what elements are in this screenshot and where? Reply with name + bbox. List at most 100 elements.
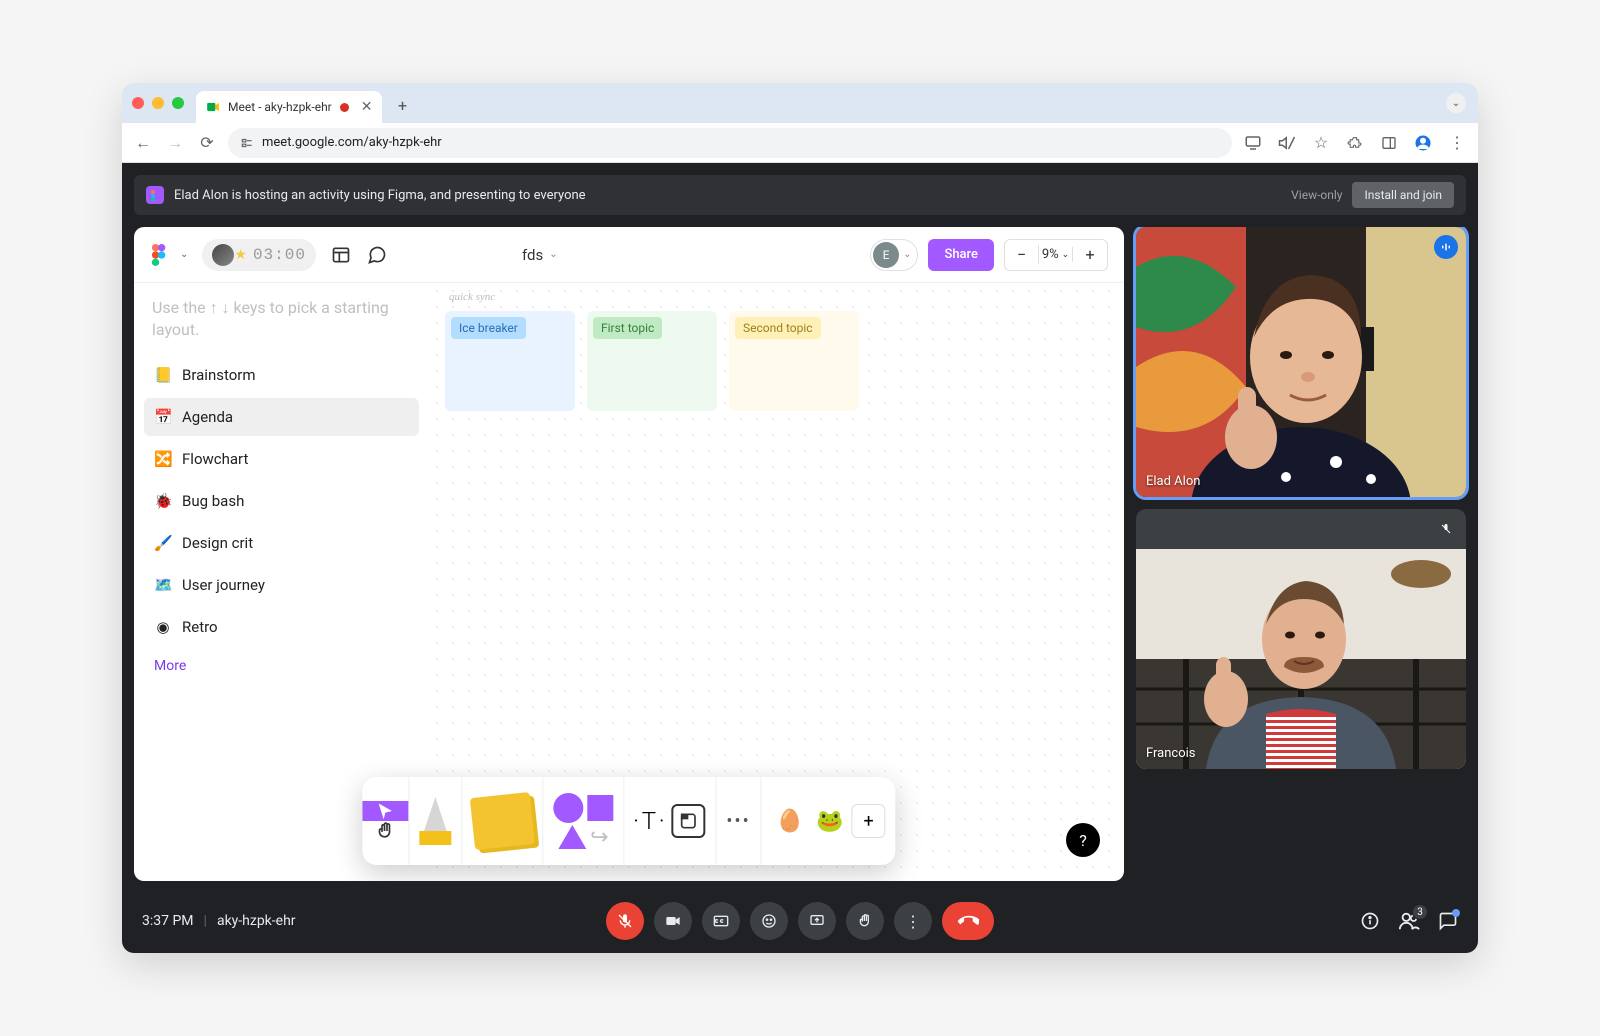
star-icon: ★ [234,247,247,263]
card-ice-breaker[interactable]: Ice breaker [445,311,575,411]
speaking-indicator-icon [1434,235,1458,259]
nav-back-button[interactable]: ← [132,132,154,154]
layout-label: Flowchart [182,450,248,468]
share-button[interactable]: Share [928,239,994,271]
layout-label: Design crit [182,534,253,552]
clock-time: 3:37 PM [142,913,194,929]
more-dots-icon: ••• [726,811,750,832]
site-settings-icon[interactable] [240,136,254,150]
pencil-icon [419,797,451,845]
sticker-egg-button[interactable]: 🥚 [772,803,808,839]
browser-menu-button[interactable]: ⋮ [1446,132,1468,154]
mic-toggle-button[interactable] [606,902,644,940]
meeting-info: 3:37 PM | aky-hzpk-ehr [142,913,296,929]
layout-item-designcrit[interactable]: 🖌️ Design crit [144,524,419,562]
participants-dropdown[interactable]: E ⌄ [870,239,918,271]
meet-right-controls: 3 [1360,910,1458,932]
tab-dropdown-button[interactable]: ⌄ [1446,93,1466,113]
main-content: ⌄ ★ 03:00 fds ⌄ E ⌄ [122,227,1478,893]
present-screen-button[interactable] [798,902,836,940]
hand-tool-button[interactable] [362,821,408,841]
pen-icon: 🖌️ [154,534,172,552]
nav-reload-button[interactable]: ⟳ [196,132,218,154]
zoom-out-button[interactable]: − [1005,245,1039,264]
figma-file-title[interactable]: fds ⌄ [522,246,558,264]
meeting-code: aky-hzpk-ehr [217,913,296,929]
window-minimize-button[interactable] [152,97,164,109]
reactions-button[interactable] [750,902,788,940]
browser-tab[interactable]: Meet - aky-hzpk-ehr ✕ [196,91,382,123]
layout-item-userjourney[interactable]: 🗺️User journey [144,566,419,604]
meet-control-bar: 3:37 PM | aky-hzpk-ehr ⋮ 3 [122,889,1478,953]
layout-item-agenda[interactable]: 📅Agenda [144,398,419,436]
timer-icon [212,244,234,266]
side-panel-icon[interactable] [1378,132,1400,154]
people-panel-button[interactable]: 3 [1398,910,1420,932]
layout-item-flowchart[interactable]: 🔀 Flowchart [144,440,419,478]
help-button[interactable]: ? [1066,823,1100,857]
new-tab-button[interactable]: + [390,93,414,117]
user-avatar: E [873,242,899,268]
figma-logo-icon[interactable] [150,244,166,266]
participant-name: Elad Alon [1146,474,1200,489]
screen-share-icon[interactable] [1242,132,1264,154]
figma-menu-chevron-icon[interactable]: ⌄ [180,249,188,260]
chat-panel-button[interactable] [1438,911,1458,931]
tab-title: Meet - aky-hzpk-ehr [228,100,332,114]
layout-label: Brainstorm [182,366,256,384]
zoom-value-dropdown[interactable]: 9%⌄ [1039,247,1073,262]
banner-text: Elad Alon is hosting an activity using F… [174,188,586,203]
tab-close-button[interactable]: ✕ [361,99,373,115]
window-maximize-button[interactable] [172,97,184,109]
layout-item-retro[interactable]: ◉Retro [144,608,419,646]
sticker-frog-button[interactable]: 🐸 [812,803,848,839]
captions-button[interactable] [702,902,740,940]
leave-call-button[interactable] [942,902,994,940]
meet-app: Elad Alon is hosting an activity using F… [122,163,1478,953]
figma-toolbar-top: ⌄ ★ 03:00 fds ⌄ E ⌄ [134,227,1124,283]
card-second-topic[interactable]: Second topic [729,311,859,411]
install-join-button[interactable]: Install and join [1352,182,1454,208]
zoom-percent: 9% [1042,247,1059,262]
layout-item-brainstorm[interactable]: 📒Brainstorm [144,356,419,394]
more-options-button[interactable]: ⋮ [894,902,932,940]
more-layouts-link[interactable]: More [144,650,419,682]
more-tools-button[interactable]: ••• [716,777,761,865]
video-tile-elad[interactable]: Elad Alon [1136,227,1466,497]
raise-hand-button[interactable] [846,902,884,940]
divider: | [204,913,207,929]
pencil-tool-button[interactable] [409,777,462,865]
window-close-button[interactable] [132,97,144,109]
section-tool-button[interactable] [671,804,705,838]
meeting-details-button[interactable] [1360,911,1380,931]
extensions-icon[interactable] [1344,132,1366,154]
address-bar[interactable]: meet.google.com/aky-hzpk-ehr [228,128,1232,158]
layout-item-bugbash[interactable]: 🐞Bug bash [144,482,419,520]
target-icon: ◉ [154,618,172,636]
timer-value: 03:00 [253,246,306,264]
bookmark-icon[interactable]: ☆ [1310,132,1332,154]
layout-grid-icon[interactable] [330,244,352,266]
select-tool-button[interactable] [362,801,408,821]
zoom-controls: − 9%⌄ + [1004,239,1108,271]
timer-widget[interactable]: ★ 03:00 [202,239,316,271]
stickers-group: 🥚 🐸 + [762,777,896,865]
zoom-in-button[interactable]: + [1073,245,1107,264]
figma-presentation: ⌄ ★ 03:00 fds ⌄ E ⌄ [134,227,1124,881]
profile-avatar-icon[interactable] [1412,132,1434,154]
text-tool-button[interactable]: •T• [634,807,663,835]
sticky-note-tool-button[interactable] [462,777,543,865]
participant-tiles: Elad Alon [1136,227,1466,881]
text-tools-group: •T• [624,777,716,865]
flowchart-icon: 🔀 [154,450,172,468]
mute-tab-icon[interactable] [1276,132,1298,154]
video-tile-francois[interactable]: Francois [1136,509,1466,769]
shapes-tool-button[interactable]: ↪ [543,777,624,865]
card-first-topic[interactable]: First topic [587,311,717,411]
nav-forward-button[interactable]: → [164,132,186,154]
chat-unread-dot-icon [1452,909,1460,917]
camera-toggle-button[interactable] [654,902,692,940]
add-sticker-button[interactable]: + [852,804,886,838]
recording-indicator-icon [340,103,349,112]
comment-icon[interactable] [366,244,388,266]
